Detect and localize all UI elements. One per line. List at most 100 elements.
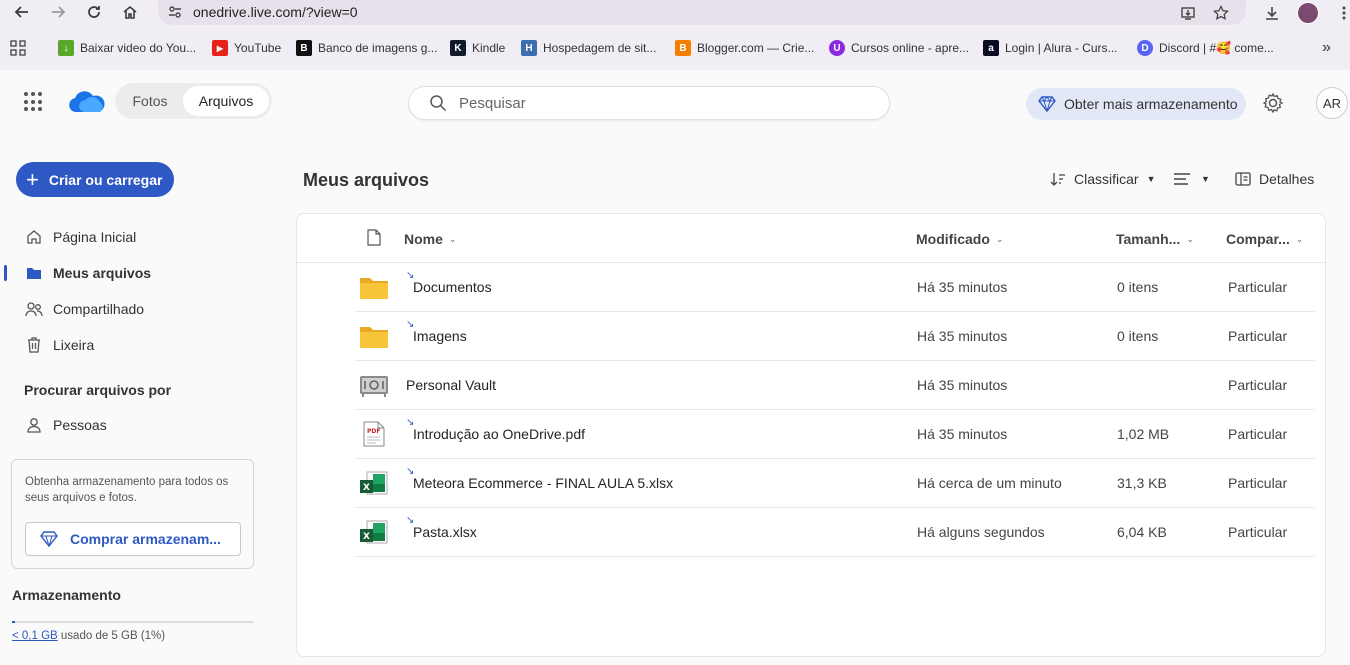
chevron-down-icon: ⌄ xyxy=(1295,233,1304,244)
storage-used-link[interactable]: < 0,1 GB xyxy=(12,630,58,642)
table-row[interactable]: X ↘ Meteora Ecommerce - FINAL AULA 5.xls… xyxy=(355,459,1315,508)
pdf-file-icon: PDF xyxy=(363,421,385,447)
buy-storage-button[interactable]: Comprar armazenam... xyxy=(25,522,241,556)
sidebar-item-trash[interactable]: Lixeira xyxy=(0,329,280,361)
courses-icon: U xyxy=(829,40,845,56)
page-title: Meus arquivos xyxy=(303,170,430,190)
youtube-icon: ▶ xyxy=(212,40,228,56)
sort-button[interactable]: Classificar ▼ xyxy=(1050,168,1156,190)
user-avatar[interactable]: AR xyxy=(1316,87,1348,119)
chevron-down-icon: ▼ xyxy=(1201,174,1210,184)
download-icon[interactable] xyxy=(1261,2,1283,24)
person-icon xyxy=(25,416,43,434)
url-text[interactable]: onedrive.live.com/?view=0 xyxy=(193,4,358,20)
reload-icon[interactable] xyxy=(80,0,108,24)
b-logo-icon: B xyxy=(296,40,312,56)
table-row[interactable]: ↘ Imagens Há 35 minutos 0 itens Particul… xyxy=(355,312,1315,361)
bookmark-star-icon[interactable] xyxy=(1211,3,1231,23)
folder-icon xyxy=(360,278,388,299)
get-more-storage-button[interactable]: Obter mais armazenamento xyxy=(1026,88,1246,120)
promo-text: Obtenha armazenamento para todos os seus… xyxy=(25,476,229,504)
column-modified[interactable]: Modificado ⌄ xyxy=(916,231,1003,247)
folder-icon xyxy=(360,327,388,348)
browser-chrome: onedrive.live.com/?view=0 ↓ Baixar video … xyxy=(0,0,1350,70)
sort-icon xyxy=(1050,173,1065,186)
tab-fotos[interactable]: Fotos xyxy=(119,86,181,116)
details-button[interactable]: Detalhes xyxy=(1235,168,1314,190)
table-header: Nome ⌄ Modificado ⌄ Tamanh... ⌄ Compar... ⌄ xyxy=(297,214,1325,263)
site-settings-icon[interactable] xyxy=(166,3,184,21)
home-icon[interactable] xyxy=(116,0,144,24)
people-icon xyxy=(25,300,43,318)
list-view-icon xyxy=(1174,173,1190,185)
bookmark-item[interactable]: U Cursos online - apre... xyxy=(829,36,969,60)
blogger-icon: B xyxy=(675,40,691,56)
excel-file-icon: X xyxy=(360,471,388,495)
bookmark-item[interactable]: H Hospedagem de sit... xyxy=(521,36,656,60)
column-name[interactable]: Nome ⌄ xyxy=(404,231,456,247)
apps-grid-icon[interactable] xyxy=(10,36,26,60)
back-icon[interactable] xyxy=(8,0,36,24)
svg-text:X: X xyxy=(363,483,370,493)
diamond-icon xyxy=(40,531,58,547)
storage-title: Armazenamento xyxy=(12,587,121,603)
kindle-icon: K xyxy=(450,40,466,56)
vault-icon xyxy=(360,376,388,397)
address-bar[interactable]: onedrive.live.com/?view=0 xyxy=(158,0,1246,25)
table-row[interactable]: Personal Vault Há 35 minutos Particular xyxy=(355,361,1315,410)
svg-text:PDF: PDF xyxy=(367,428,380,435)
profile-icon[interactable] xyxy=(1297,2,1319,24)
sidebar-item-home[interactable]: Página Inicial xyxy=(0,221,280,253)
storage-usage: < 0,1 GB usado de 5 GB (1%) xyxy=(12,630,166,642)
sidebar-item-shared[interactable]: Compartilhado xyxy=(0,293,280,325)
forward-icon[interactable] xyxy=(44,0,72,24)
bookmark-item[interactable]: ↓ Baixar video do You... xyxy=(58,36,196,60)
install-app-icon[interactable] xyxy=(1178,3,1198,23)
table-row[interactable]: PDF ↘ Introdução ao OneDrive.pdf Há 35 m… xyxy=(355,410,1315,459)
onedrive-logo-icon[interactable] xyxy=(66,88,106,116)
bookmark-item[interactable]: B Blogger.com — Crie... xyxy=(675,36,814,60)
bookmark-item[interactable]: ▶ YouTube xyxy=(212,36,281,60)
bookmark-item[interactable]: D Discord | #🥰 come... xyxy=(1137,36,1274,60)
chevron-down-icon: ▼ xyxy=(1146,174,1156,184)
storage-progress-bar xyxy=(12,621,254,623)
chevron-down-icon: ⌄ xyxy=(448,233,457,244)
bookmark-item[interactable]: B Banco de imagens g... xyxy=(296,36,437,60)
onedrive-app: Fotos Arquivos Obter mais armazenamento … xyxy=(0,70,1350,665)
bookmarks-bar: ↓ Baixar video do You... ▶ YouTube B Banco … xyxy=(0,36,1350,60)
column-sharing[interactable]: Compar... ⌄ xyxy=(1226,231,1303,247)
bookmark-item[interactable]: a Login | Alura - Curs... xyxy=(983,36,1118,60)
sidebar-item-my-files[interactable]: Meus arquivos xyxy=(0,257,280,289)
search-box xyxy=(408,86,890,120)
view-switcher: Fotos Arquivos xyxy=(115,83,272,119)
alura-icon: a xyxy=(983,40,999,56)
tab-arquivos[interactable]: Arquivos xyxy=(183,86,269,116)
column-size[interactable]: Tamanh... ⌄ xyxy=(1116,231,1194,247)
plus-icon: + xyxy=(26,166,39,192)
file-type-header-icon[interactable] xyxy=(367,229,381,246)
file-list-panel: Nome ⌄ Modificado ⌄ Tamanh... ⌄ Compar... ⌄ … xyxy=(296,213,1326,657)
view-options-button[interactable]: ▼ xyxy=(1173,168,1210,190)
search-input[interactable] xyxy=(459,93,859,113)
discord-icon: D xyxy=(1137,40,1153,56)
excel-file-icon: X xyxy=(360,520,388,544)
trash-icon xyxy=(25,336,43,354)
chevron-down-icon: ⌄ xyxy=(1186,233,1194,244)
chevron-down-icon: ⌄ xyxy=(995,233,1004,244)
folder-icon xyxy=(25,264,43,282)
bookmarks-overflow-icon[interactable]: » xyxy=(1322,36,1331,60)
search-icon xyxy=(430,95,447,112)
bookmark-item[interactable]: K Kindle xyxy=(450,36,505,60)
storage-progress-fill xyxy=(12,621,15,623)
create-upload-button[interactable]: + Criar ou carregar xyxy=(16,162,174,197)
table-row[interactable]: X ↘ Pasta.xlsx Há alguns segundos 6,04 K… xyxy=(355,508,1315,557)
storage-promo-card: Obtenha armazenamento para todos os seus… xyxy=(11,459,254,569)
home-icon xyxy=(25,228,43,246)
sidebar-item-people[interactable]: Pessoas xyxy=(0,409,280,441)
hosting-icon: H xyxy=(521,40,537,56)
settings-gear-icon[interactable] xyxy=(1262,92,1284,114)
browse-by-heading: Procurar arquivos por xyxy=(24,382,172,398)
more-menu-icon[interactable] xyxy=(1333,2,1350,24)
table-row[interactable]: ↘ Documentos Há 35 minutos 0 itens Parti… xyxy=(355,263,1315,312)
app-launcher-icon[interactable] xyxy=(24,92,44,112)
